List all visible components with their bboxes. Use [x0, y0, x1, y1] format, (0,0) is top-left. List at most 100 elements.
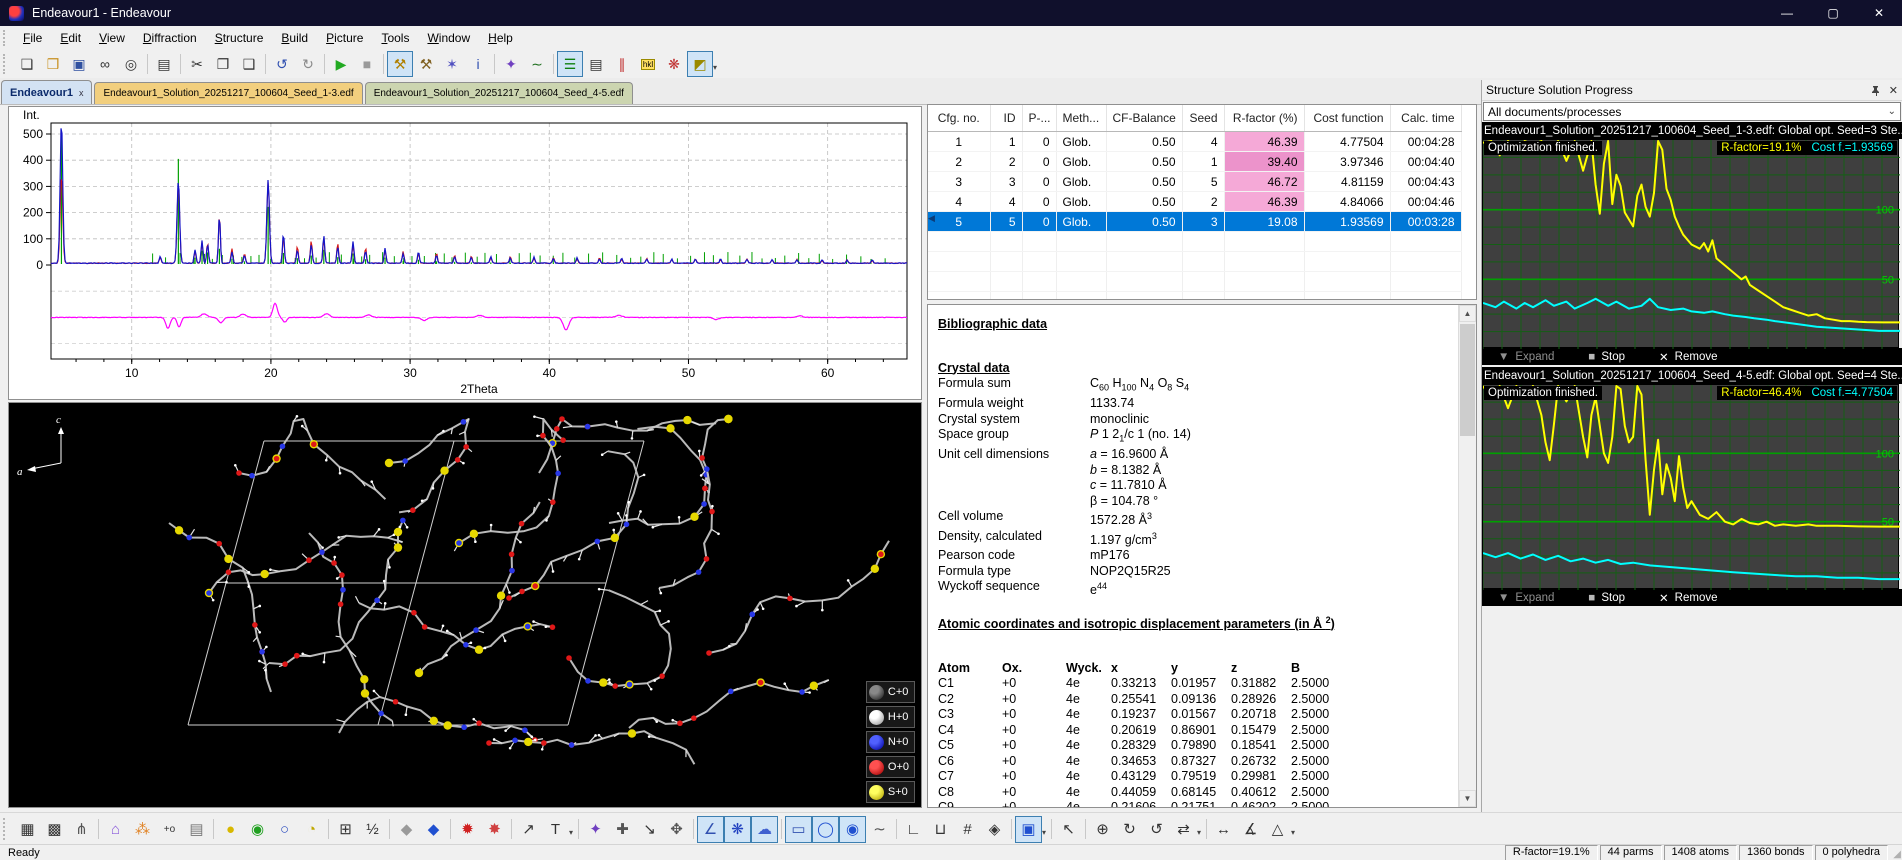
print-icon[interactable]: ▤ — [151, 51, 177, 77]
hkl-list-icon[interactable]: hkl — [635, 51, 661, 77]
close-button[interactable]: ✕ — [1856, 0, 1902, 26]
render-picture-icon[interactable]: ▣ — [1015, 816, 1042, 843]
new-file-icon[interactable]: ❏ — [14, 51, 40, 77]
pattern-fill-icon[interactable]: ▦ — [14, 816, 41, 843]
rect-select-icon[interactable]: ▭ — [785, 816, 812, 843]
text-tool-icon[interactable]: T — [542, 816, 569, 843]
toolbar-gripper[interactable] — [3, 818, 10, 840]
close-panel-icon[interactable]: ✕ — [1889, 84, 1898, 97]
angle-tool-icon[interactable]: ∠ — [697, 816, 724, 843]
packing-icon[interactable]: ⊞ — [332, 816, 359, 843]
bracket-tool-icon[interactable]: ⊔ — [927, 816, 954, 843]
remove-button[interactable]: ✕Remove — [1659, 591, 1717, 605]
rotate-ccw-icon[interactable]: ↺ — [1143, 816, 1170, 843]
toolbar-gripper[interactable] — [3, 30, 10, 47]
structure-solution-icon[interactable]: ⚒ — [387, 51, 413, 77]
scroll-down-icon[interactable]: ▼ — [1459, 790, 1476, 807]
atom-cluster-icon[interactable]: ⁂ — [129, 816, 156, 843]
angle-measure-icon[interactable]: ∡ — [1237, 816, 1264, 843]
diamond-gray-icon[interactable]: ◆ — [393, 816, 420, 843]
column-header[interactable]: Seed — [1182, 105, 1224, 132]
occupancy-icon[interactable]: ½ — [359, 816, 386, 843]
pin-icon[interactable] — [1870, 85, 1881, 96]
document-tab-0[interactable]: Endeavour1x — [1, 80, 92, 104]
molecule-tool-icon[interactable]: ❋ — [724, 816, 751, 843]
sphere-filled-icon[interactable]: ◉ — [839, 816, 866, 843]
arc-style-icon[interactable]: ◔ — [298, 816, 325, 843]
legend-item-H+0[interactable]: H+0 — [866, 706, 915, 728]
column-header[interactable]: Calc. time — [1390, 105, 1461, 132]
diamond-blue-icon[interactable]: ◆ — [420, 816, 447, 843]
remove-button[interactable]: ✕Remove — [1659, 350, 1717, 364]
document-tab-2[interactable]: Endeavour1_Solution_20251217_100604_Seed… — [365, 82, 633, 104]
toolbar-options-dropdown[interactable]: ▾ — [713, 63, 717, 72]
sphere-outline-icon[interactable]: ◯ — [812, 816, 839, 843]
config-row-3[interactable]: 330Glob.0.50546.724.8115900:04:43 — [928, 172, 1461, 192]
structure-picture-icon[interactable]: ◩ — [687, 51, 713, 77]
column-header[interactable]: Cost function — [1304, 105, 1390, 132]
crystal-structure-panel[interactable]: ca C+0H+0N+0O+0S+0 — [8, 402, 922, 808]
corner-ruler-icon[interactable]: ∟ — [900, 816, 927, 843]
wave-icon[interactable]: ∼ — [866, 816, 893, 843]
job-title-1[interactable]: Endeavour1_Solution_20251217_100604_Seed… — [1482, 367, 1902, 384]
column-header[interactable]: ID — [990, 105, 1022, 132]
expand-button[interactable]: ▼Expand — [1498, 592, 1554, 604]
legend-item-S+0[interactable]: S+0 — [866, 781, 915, 803]
blob-tool-icon[interactable]: ☁ — [751, 816, 778, 843]
wizard-icon[interactable]: ✶ — [439, 51, 465, 77]
expand-view-icon[interactable]: ↘ — [636, 816, 663, 843]
configuration-table[interactable]: Cfg. no.IDP-...Meth...CF-BalanceSeedR-fa… — [928, 105, 1462, 300]
job-chart-0[interactable]: 10050Optimization finished.R-factor=19.1… — [1482, 139, 1899, 348]
find-icon[interactable]: ∞ — [92, 51, 118, 77]
text-tool-icon-dropdown[interactable]: ▾ — [569, 828, 573, 837]
menu-view[interactable]: View — [90, 29, 134, 47]
data-sheet-icon[interactable]: ☰ — [557, 51, 583, 77]
pattern-hatch-icon[interactable]: ▩ — [41, 816, 68, 843]
copy-icon[interactable]: ❐ — [210, 51, 236, 77]
config-row-1[interactable]: 110Glob.0.50446.394.7750400:04:28 — [928, 132, 1461, 152]
config-row-4[interactable]: 440Glob.0.50246.394.8406600:04:46 — [928, 192, 1461, 212]
dihedral-measure-icon[interactable]: △ — [1264, 816, 1291, 843]
spark-brush-icon[interactable]: ✦ — [498, 51, 524, 77]
hash-grid-icon[interactable]: # — [954, 816, 981, 843]
expand-button[interactable]: ▼Expand — [1498, 351, 1554, 363]
sparkle-icon[interactable]: ✦ — [582, 816, 609, 843]
job-title-0[interactable]: Endeavour1_Solution_20251217_100604_Seed… — [1482, 122, 1902, 139]
column-header[interactable]: Cfg. no. — [928, 105, 990, 132]
run-icon[interactable]: ▶ — [328, 51, 354, 77]
diffraction-pattern-panel[interactable]: 0100200300400500Int.1020304050602Theta — [8, 106, 922, 400]
move-tool-icon[interactable]: ✥ — [663, 816, 690, 843]
cell-grid-icon[interactable]: ▤ — [183, 816, 210, 843]
orbit-rotate-icon[interactable]: ⊕ — [1089, 816, 1116, 843]
bond-tool-icon[interactable]: ⋔ — [68, 816, 95, 843]
ring-style-icon[interactable]: ◉ — [244, 816, 271, 843]
config-row-5[interactable]: 550Glob.0.50319.081.9356900:03:28 — [928, 212, 1461, 232]
column-header[interactable]: R-factor (%) — [1224, 105, 1304, 132]
minimize-button[interactable]: — — [1764, 0, 1810, 26]
toolbar-gripper[interactable] — [3, 54, 10, 74]
menu-diffraction[interactable]: Diffraction — [134, 29, 206, 47]
rotate-group-dropdown[interactable]: ▾ — [1197, 828, 1201, 837]
open-sphere-icon[interactable]: ○ — [271, 816, 298, 843]
report-view-icon[interactable]: ▤ — [583, 51, 609, 77]
print-preview-icon[interactable]: ◎ — [118, 51, 144, 77]
spray-icon[interactable]: ✸ — [481, 816, 508, 843]
menu-window[interactable]: Window — [418, 29, 479, 47]
menu-edit[interactable]: Edit — [51, 29, 90, 47]
cut-icon[interactable]: ✂ — [184, 51, 210, 77]
paste-icon[interactable]: ❑ — [236, 51, 262, 77]
filled-sphere-icon[interactable]: ● — [217, 816, 244, 843]
scrollbar-thumb[interactable] — [1460, 324, 1475, 436]
menu-picture[interactable]: Picture — [317, 29, 372, 47]
process-filter-dropdown[interactable]: All documents/processes ⌄ — [1483, 102, 1901, 121]
vector-arrow-icon[interactable]: ↗ — [515, 816, 542, 843]
menu-file[interactable]: File — [14, 29, 51, 47]
legend-item-O+0[interactable]: O+0 — [866, 756, 915, 778]
job-chart-1[interactable]: 10050Optimization finished.R-factor=46.4… — [1482, 384, 1899, 589]
burst-icon[interactable]: ✹ — [454, 816, 481, 843]
menu-build[interactable]: Build — [272, 29, 317, 47]
legend-item-N+0[interactable]: N+0 — [866, 731, 915, 753]
redo-icon[interactable]: ↻ — [295, 51, 321, 77]
polyhedron-icon[interactable]: ⌂ — [102, 816, 129, 843]
column-header[interactable]: Meth... — [1056, 105, 1106, 132]
